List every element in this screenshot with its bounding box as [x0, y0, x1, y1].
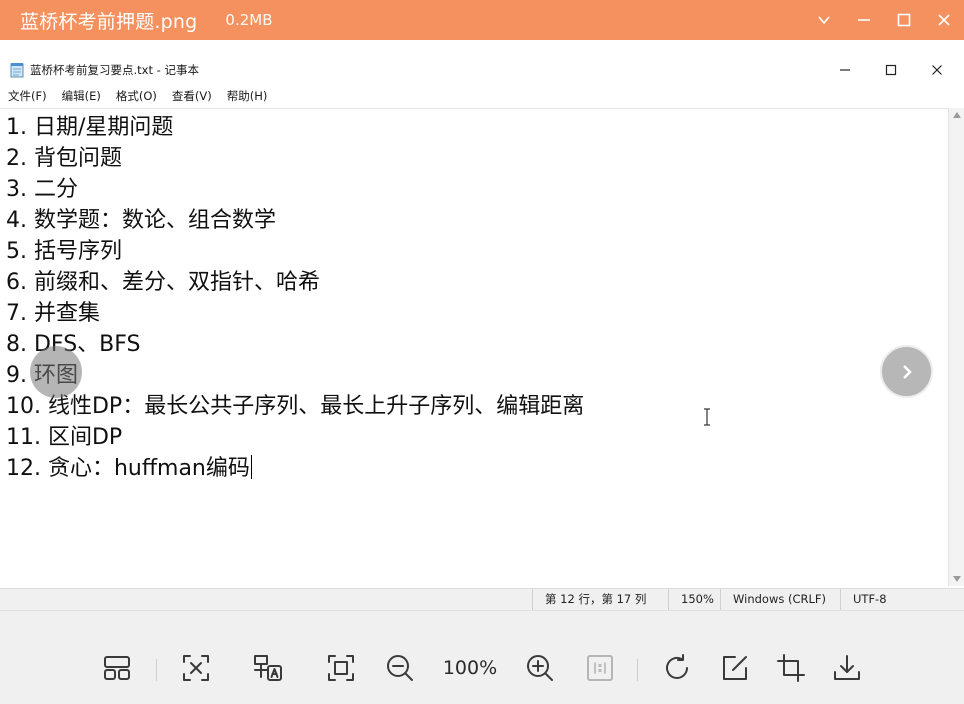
one-to-one-button[interactable] [583, 651, 617, 685]
notepad-maximize-button[interactable] [868, 58, 914, 82]
notepad-vertical-scrollbar[interactable] [948, 108, 964, 586]
notepad-app-icon [10, 63, 24, 78]
next-image-button[interactable] [880, 345, 933, 398]
menu-file[interactable]: 文件(F) [0, 87, 54, 107]
status-cursor-position: 第 12 行，第 17 列 [532, 589, 667, 611]
collapse-button[interactable] [804, 0, 844, 40]
text-line: 7. 并查集 [6, 301, 100, 326]
minimize-button[interactable] [844, 0, 884, 40]
minimize-icon [840, 69, 850, 71]
maximize-button[interactable] [884, 0, 924, 40]
ocr-button[interactable] [251, 651, 285, 685]
rotate-button[interactable] [660, 651, 694, 685]
viewer-title-bar: 蓝桥杯考前押题.png 0.2MB [0, 0, 964, 40]
text-line: 2. 背包问题 [6, 146, 122, 171]
notepad-text-area[interactable]: 1. 日期/星期问题 2. 背包问题 3. 二分 4. 数学题：数论、组合数学 … [0, 108, 948, 586]
fit-screen-icon [183, 655, 209, 681]
notepad-close-button[interactable] [914, 58, 960, 82]
menu-view[interactable]: 查看(V) [164, 87, 219, 107]
gallery-button[interactable] [100, 651, 134, 685]
menu-format[interactable]: 格式(O) [108, 87, 164, 107]
notepad-window: 蓝桥杯考前复习要点.txt - 记事本 文件(F) 编辑(E) 格式(O) 查看… [0, 40, 964, 611]
download-button[interactable] [830, 651, 864, 685]
notepad-window-controls [822, 58, 960, 82]
minimize-icon [858, 19, 870, 21]
text-line: 10. 线性DP：最长公共子序列、最长上升子序列、编辑距离 [6, 394, 585, 419]
maximize-icon [885, 64, 897, 76]
notepad-menu-bar: 文件(F) 编辑(E) 格式(O) 查看(V) 帮助(H) [0, 87, 274, 107]
text-line: 1. 日期/星期问题 [6, 115, 174, 140]
chevron-down-icon [818, 16, 830, 25]
edit-button[interactable] [718, 651, 752, 685]
text-line: 3. 二分 [6, 177, 78, 202]
zoom-in-icon [527, 655, 553, 681]
zoom-in-button[interactable] [523, 651, 557, 685]
scroll-down-arrow-icon[interactable] [953, 576, 961, 582]
notepad-status-bar: 第 12 行，第 17 列 150% Windows (CRLF) UTF-8 [0, 588, 964, 611]
text-caret [250, 455, 252, 479]
actual-size-frame-icon [328, 655, 354, 681]
text-line: 11. 区间DP [6, 425, 123, 450]
download-icon [834, 655, 860, 680]
close-icon [938, 14, 950, 26]
text-line: 12. 贪心：huffman编码 [6, 456, 250, 481]
notepad-title-bar: 蓝桥杯考前复习要点.txt - 记事本 [0, 58, 964, 82]
fit-screen-button[interactable] [179, 651, 213, 685]
scroll-up-arrow-icon[interactable] [953, 112, 961, 118]
toolbar-divider [637, 659, 638, 681]
gallery-icon [104, 656, 130, 680]
edit-icon [723, 656, 747, 680]
viewer-filename: 蓝桥杯考前押题.png [20, 10, 198, 33]
close-icon [932, 65, 942, 75]
crop-button[interactable] [774, 651, 808, 685]
zoom-level-label: 100% [442, 657, 498, 679]
close-button[interactable] [924, 0, 964, 40]
notepad-minimize-button[interactable] [822, 58, 868, 82]
text-line-last: 12. 贪心：huffman编码 [6, 453, 252, 484]
viewer-filesize: 0.2MB [225, 11, 273, 29]
status-encoding: UTF-8 [840, 589, 948, 611]
actual-size-button[interactable] [324, 651, 358, 685]
viewer-toolbar: 100% [0, 610, 964, 704]
maximize-icon [897, 13, 911, 27]
rotate-icon [666, 654, 688, 679]
chevron-right-icon [902, 364, 912, 379]
viewer-window-controls [804, 0, 964, 40]
ibeam-cursor-icon [703, 408, 711, 430]
previous-image-button[interactable] [30, 346, 82, 398]
notepad-window-title: 蓝桥杯考前复习要点.txt - 记事本 [30, 63, 199, 77]
crop-icon [777, 654, 805, 682]
menu-edit[interactable]: 编辑(E) [54, 87, 108, 107]
text-line: 5. 括号序列 [6, 239, 122, 264]
status-line-ending: Windows (CRLF) [720, 589, 840, 611]
one-to-one-icon [587, 655, 613, 681]
text-line: 4. 数学题：数论、组合数学 [6, 208, 276, 233]
zoom-out-button[interactable] [383, 651, 417, 685]
zoom-out-icon [387, 655, 413, 681]
menu-help[interactable]: 帮助(H) [219, 87, 275, 107]
ocr-icon [254, 655, 282, 681]
text-line: 6. 前缀和、差分、双指针、哈希 [6, 270, 320, 295]
status-zoom: 150% [668, 589, 720, 611]
toolbar-divider [156, 659, 157, 681]
